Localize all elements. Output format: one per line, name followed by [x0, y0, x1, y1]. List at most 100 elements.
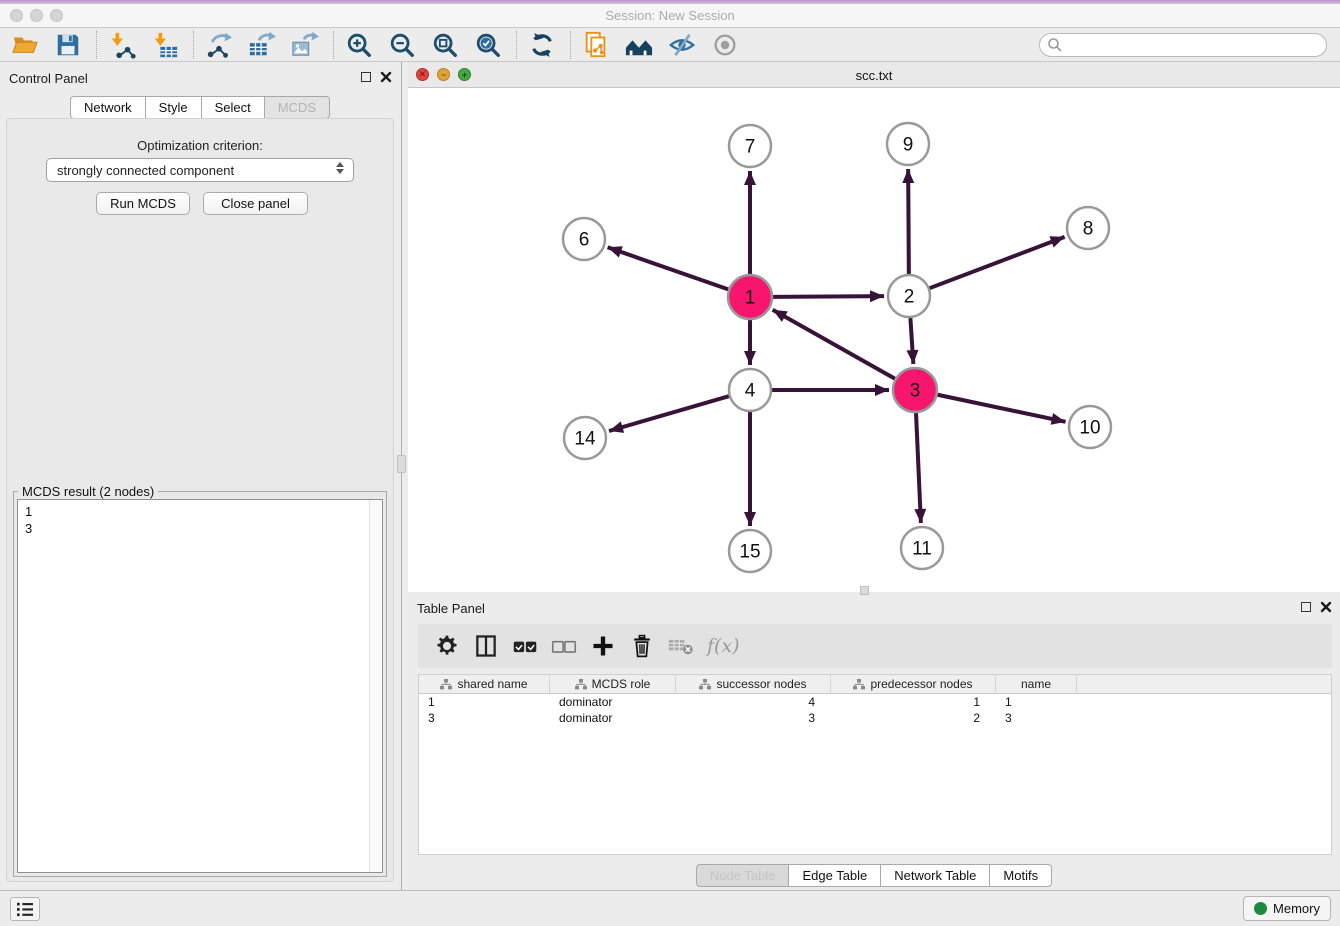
- table-cell[interactable]: 3: [676, 710, 831, 726]
- edge-2-9[interactable]: [908, 169, 909, 274]
- column-header-predecessor-nodes[interactable]: predecessor nodes: [831, 675, 996, 693]
- tab-network[interactable]: Network: [70, 96, 146, 119]
- column-header-shared-name[interactable]: shared name: [419, 675, 550, 693]
- control-panel: Control Panel NetworkStyleSelectMCDS Opt…: [0, 62, 400, 890]
- close-panel-button[interactable]: Close panel: [203, 192, 308, 215]
- svg-text:7: 7: [745, 137, 756, 158]
- refresh-icon[interactable]: [527, 30, 557, 60]
- tab-node-table[interactable]: Node Table: [696, 864, 790, 887]
- column-header-name[interactable]: name: [996, 675, 1077, 693]
- graph-node-2[interactable]: 2: [888, 275, 930, 317]
- table-row[interactable]: 1dominator411: [419, 694, 1331, 710]
- edge-3-11[interactable]: [916, 413, 921, 523]
- close-table-panel-icon[interactable]: [1320, 601, 1332, 613]
- column-header-MCDS-role[interactable]: MCDS role: [550, 675, 676, 693]
- column-type-icon: [699, 679, 711, 690]
- search-field[interactable]: [1039, 33, 1327, 57]
- zoom-selected-icon[interactable]: [473, 30, 503, 60]
- table-cell[interactable]: 3: [419, 710, 550, 726]
- graph-node-4[interactable]: 4: [729, 369, 771, 411]
- float-table-panel-icon[interactable]: [1301, 602, 1311, 612]
- settings-gear-icon[interactable]: [432, 631, 462, 661]
- table-cell[interactable]: 1: [419, 694, 550, 710]
- graph-node-3[interactable]: 3: [893, 368, 937, 412]
- tab-network-table[interactable]: Network Table: [880, 864, 990, 887]
- edge-3-1[interactable]: [773, 310, 895, 379]
- network-title: scc.txt: [408, 68, 1340, 83]
- mcds-result-box[interactable]: 13: [17, 499, 383, 873]
- table-row[interactable]: 3dominator323: [419, 710, 1331, 726]
- save-session-icon[interactable]: [53, 30, 83, 60]
- float-panel-icon[interactable]: [361, 72, 371, 82]
- memory-status-icon: [1254, 902, 1267, 915]
- zoom-out-icon[interactable]: [387, 30, 417, 60]
- mcds-result-fieldset: MCDS result (2 nodes) 13: [13, 491, 387, 877]
- column-header-successor-nodes[interactable]: successor nodes: [676, 675, 831, 693]
- edge-2-8[interactable]: [930, 237, 1065, 288]
- graph-node-14[interactable]: 14: [564, 417, 606, 459]
- table-cell[interactable]: 4: [676, 694, 831, 710]
- deselect-all-icon[interactable]: [549, 631, 579, 661]
- edge-4-14[interactable]: [609, 396, 729, 431]
- zoom-fit-icon[interactable]: [430, 30, 460, 60]
- graph-node-6[interactable]: 6: [563, 218, 605, 260]
- graph-node-10[interactable]: 10: [1069, 406, 1111, 448]
- tab-mcds[interactable]: MCDS: [264, 96, 330, 119]
- graph-node-7[interactable]: 7: [729, 125, 771, 167]
- delete-table-icon: [666, 631, 696, 661]
- edge-1-6[interactable]: [608, 247, 729, 289]
- tab-style[interactable]: Style: [145, 96, 202, 119]
- import-network-icon[interactable]: [107, 30, 137, 60]
- birds-eye-view-icon[interactable]: [624, 30, 654, 60]
- column-type-icon: [853, 679, 865, 690]
- result-scrollbar[interactable]: [369, 500, 382, 872]
- table-cell[interactable]: dominator: [550, 694, 676, 710]
- graph-node-1[interactable]: 1: [728, 275, 772, 319]
- memory-label: Memory: [1273, 901, 1320, 916]
- delete-column-icon[interactable]: [627, 631, 657, 661]
- panel-divider[interactable]: [401, 62, 402, 890]
- edge-1-2[interactable]: [773, 296, 884, 297]
- tab-motifs[interactable]: Motifs: [989, 864, 1052, 887]
- tab-edge-table[interactable]: Edge Table: [788, 864, 881, 887]
- clone-network-icon[interactable]: [581, 30, 611, 60]
- open-session-icon[interactable]: [10, 30, 40, 60]
- import-table-icon[interactable]: [150, 30, 180, 60]
- graph-node-8[interactable]: 8: [1067, 207, 1109, 249]
- network-titlebar[interactable]: ✕ − + scc.txt: [408, 62, 1340, 88]
- export-image-icon[interactable]: [290, 30, 320, 60]
- graph-node-9[interactable]: 9: [887, 123, 929, 165]
- export-network-icon[interactable]: [204, 30, 234, 60]
- memory-button[interactable]: Memory: [1243, 896, 1331, 921]
- table-cell[interactable]: 1: [996, 694, 1077, 710]
- search-input[interactable]: [1068, 38, 1308, 53]
- network-canvas[interactable]: 7 9 6 8 1 2 4 3 14 10 15 11: [408, 88, 1340, 592]
- hide-panels-eye-icon[interactable]: [667, 30, 697, 60]
- table-cell[interactable]: 2: [831, 710, 996, 726]
- tab-select[interactable]: Select: [201, 96, 265, 119]
- criterion-value: strongly connected component: [57, 163, 234, 178]
- run-mcds-button[interactable]: Run MCDS: [96, 192, 190, 215]
- edge-3-10[interactable]: [938, 395, 1066, 422]
- table-cell[interactable]: 1: [831, 694, 996, 710]
- column-label: shared name: [457, 677, 527, 691]
- zoom-in-icon[interactable]: [344, 30, 374, 60]
- edge-2-3[interactable]: [910, 318, 913, 364]
- node-table[interactable]: shared name MCDS role successor nodes prede…: [418, 674, 1332, 855]
- task-history-button[interactable]: [10, 897, 40, 921]
- split-view-icon[interactable]: [471, 631, 501, 661]
- toolbar-separator: [570, 31, 571, 59]
- close-panel-icon[interactable]: [380, 71, 392, 83]
- panel-divider-handle[interactable]: [397, 455, 406, 473]
- network-graph[interactable]: 7 9 6 8 1 2 4 3 14 10 15 11: [408, 88, 1340, 592]
- graph-node-15[interactable]: 15: [729, 530, 771, 572]
- export-table-icon[interactable]: [247, 30, 277, 60]
- select-all-icon[interactable]: [510, 631, 540, 661]
- criterion-dropdown[interactable]: strongly connected component: [46, 158, 354, 182]
- add-column-icon[interactable]: [588, 631, 618, 661]
- table-cell[interactable]: 3: [996, 710, 1077, 726]
- table-cell[interactable]: dominator: [550, 710, 676, 726]
- graph-node-11[interactable]: 11: [901, 527, 943, 569]
- column-label: successor nodes: [716, 677, 806, 691]
- show-panels-eye-icon[interactable]: [710, 30, 740, 60]
